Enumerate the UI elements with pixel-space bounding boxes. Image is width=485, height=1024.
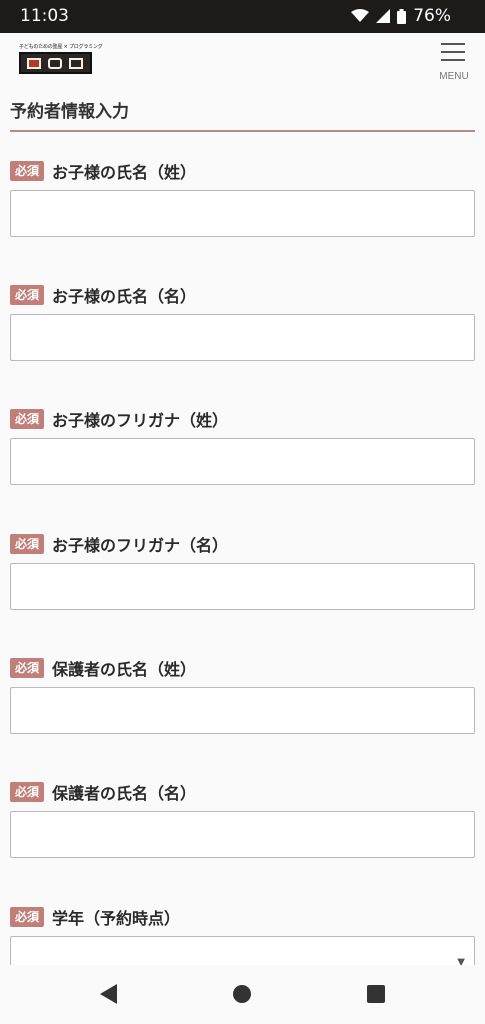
battery-percent: 76% xyxy=(413,6,451,26)
field-child-first-name: 必須 お子様の氏名（名） xyxy=(10,284,475,361)
field-label: お子様のフリガナ（姓） xyxy=(52,411,229,430)
grade-select[interactable]: ▼ xyxy=(10,936,475,965)
field-label: お子様のフリガナ（名） xyxy=(52,536,229,555)
site-logo[interactable]: 子どものための塾屋 × プログラミング xyxy=(19,43,103,75)
field-label: 保護者の氏名（名） xyxy=(52,784,197,803)
guardian-first-name-input[interactable] xyxy=(10,811,475,858)
dropdown-arrow-icon: ▼ xyxy=(457,957,465,965)
required-badge: 必須 xyxy=(10,409,45,429)
required-badge: 必須 xyxy=(10,658,45,678)
field-label: 保護者の氏名（姓） xyxy=(52,660,197,679)
menu-button[interactable]: MENU xyxy=(436,41,472,85)
status-bar: 11:03 76% xyxy=(0,0,485,33)
hamburger-icon xyxy=(441,43,465,45)
battery-icon xyxy=(397,8,407,24)
status-time: 11:03 xyxy=(20,6,69,26)
child-first-kana-input[interactable] xyxy=(10,563,475,610)
section-divider xyxy=(10,130,475,132)
field-child-last-name: 必須 お子様の氏名（姓） xyxy=(10,160,475,237)
field-guardian-last-name: 必須 保護者の氏名（姓） xyxy=(10,657,475,734)
wifi-icon xyxy=(351,9,370,22)
site-header: 子どものための塾屋 × プログラミング MENU xyxy=(0,33,485,91)
required-badge: 必須 xyxy=(10,782,45,802)
required-badge: 必須 xyxy=(10,907,45,927)
field-guardian-first-name: 必須 保護者の氏名（名） xyxy=(10,781,475,858)
required-badge: 必須 xyxy=(10,285,45,305)
field-label: お子様の氏名（姓） xyxy=(52,163,197,182)
menu-label: MENU xyxy=(439,71,469,82)
logo-mark xyxy=(19,52,92,74)
hamburger-line xyxy=(441,59,465,61)
app-content: 子どものための塾屋 × プログラミング MENU 予約者情報入力 必須 お子様の氏… xyxy=(0,33,485,965)
child-first-name-input[interactable] xyxy=(10,314,475,361)
signal-icon xyxy=(376,9,391,23)
guardian-last-name-input[interactable] xyxy=(10,687,475,734)
field-label: お子様の氏名（名） xyxy=(52,287,197,306)
required-badge: 必須 xyxy=(10,161,45,181)
android-nav-bar xyxy=(0,965,485,1024)
child-last-kana-input[interactable] xyxy=(10,438,475,485)
child-last-name-input[interactable] xyxy=(10,190,475,237)
logo-tagline: 子どものための塾屋 × プログラミング xyxy=(19,44,103,50)
back-icon[interactable] xyxy=(100,984,117,1004)
required-badge: 必須 xyxy=(10,534,45,554)
field-child-first-kana: 必須 お子様のフリガナ（名） xyxy=(10,533,475,610)
field-grade: 必須 学年（予約時点） ▼ xyxy=(10,906,475,965)
status-icons: 76% xyxy=(351,6,451,26)
hamburger-line xyxy=(441,51,465,53)
recent-apps-icon[interactable] xyxy=(367,985,385,1003)
home-icon[interactable] xyxy=(233,985,251,1003)
field-label: 学年（予約時点） xyxy=(52,909,181,928)
field-child-last-kana: 必須 お子様のフリガナ（姓） xyxy=(10,408,475,485)
section-title: 予約者情報入力 xyxy=(10,102,129,122)
